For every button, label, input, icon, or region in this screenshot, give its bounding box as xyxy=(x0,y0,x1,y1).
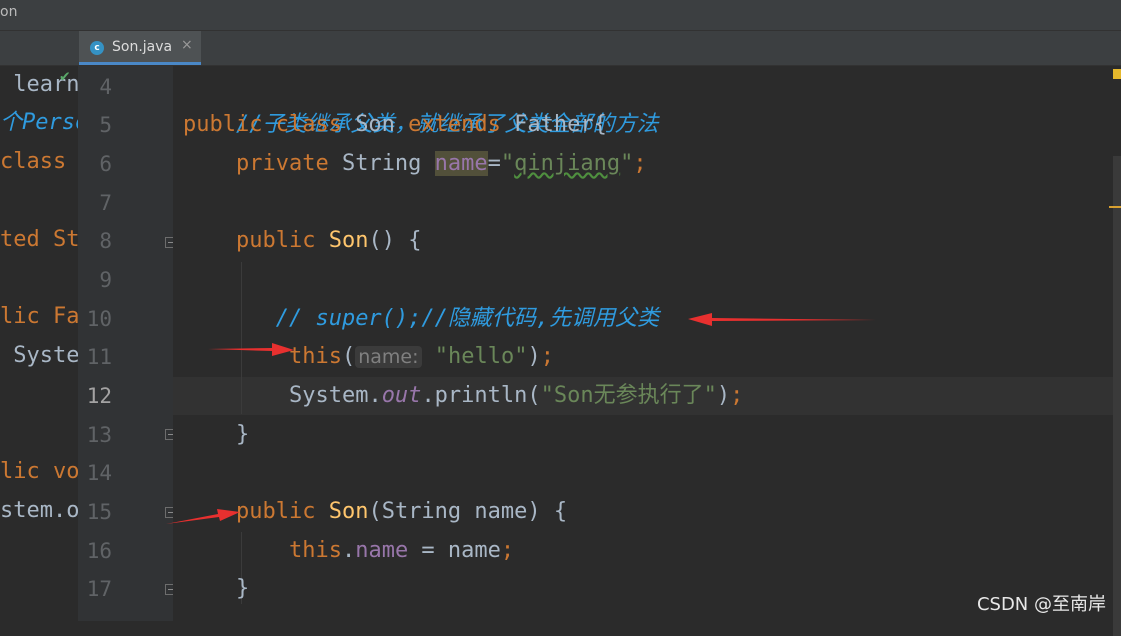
watermark: CSDN @至南岸 xyxy=(976,594,1106,615)
annotation-arrow xyxy=(166,509,240,524)
annotation-arrow xyxy=(688,313,876,326)
annotation-arrows xyxy=(166,313,876,524)
annotation-arrow xyxy=(208,343,294,356)
